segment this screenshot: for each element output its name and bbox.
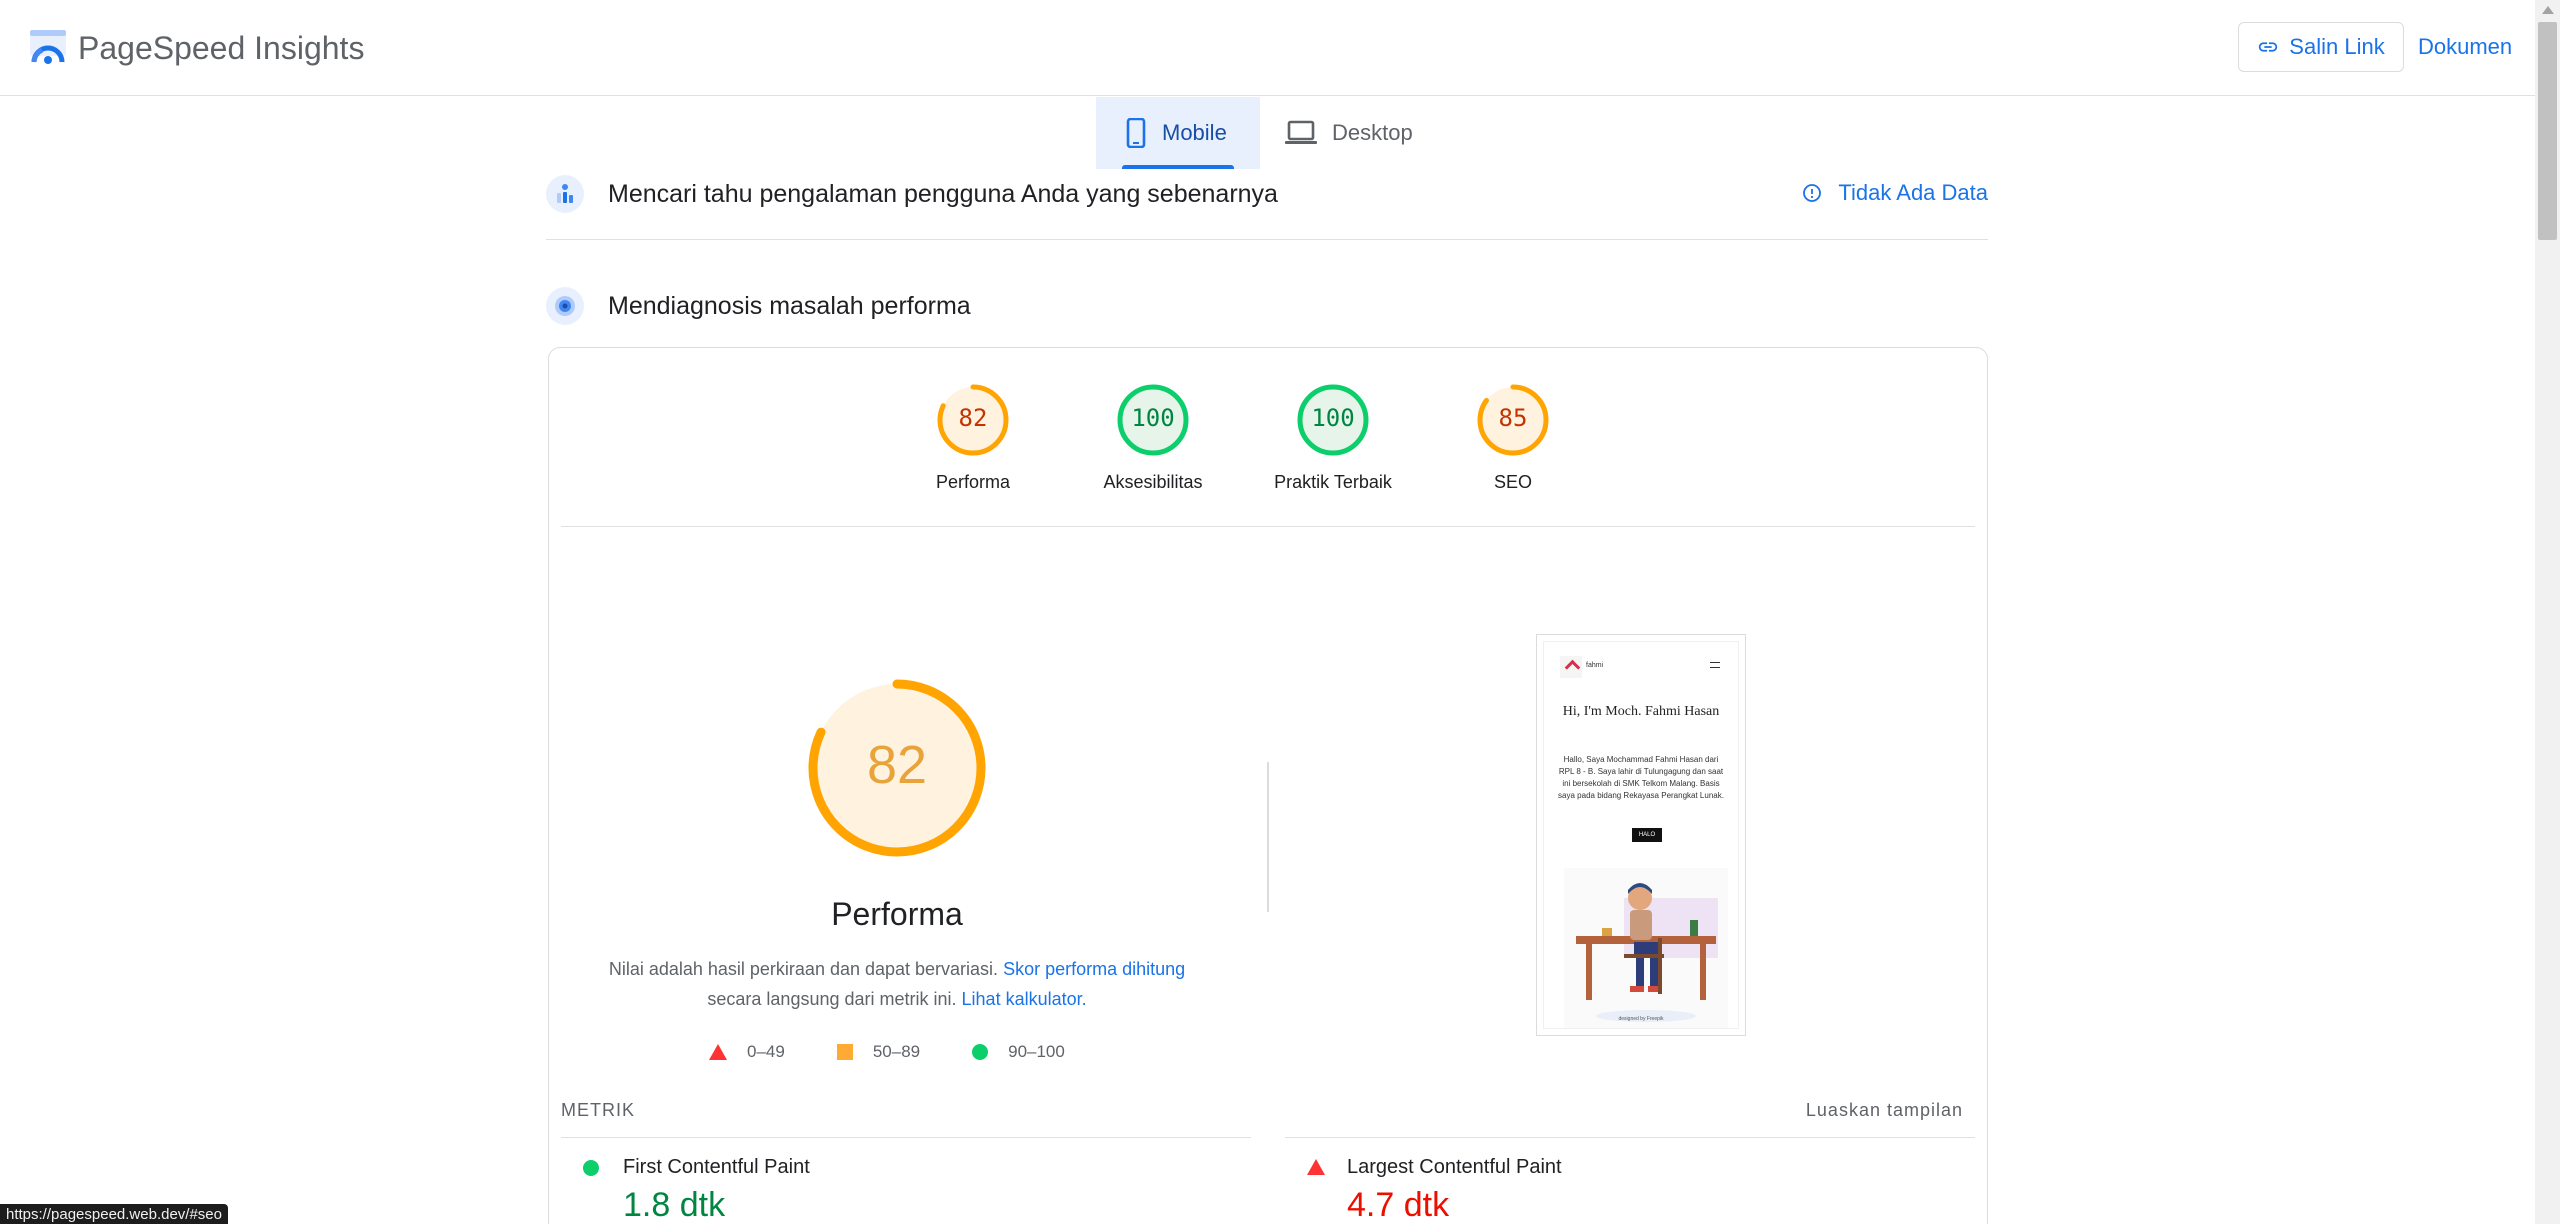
person-at-desk-illustration [1564, 868, 1728, 1028]
legend-item-poor: 0–49 [709, 1042, 785, 1062]
section-divider [546, 239, 1988, 240]
field-data-icon [546, 175, 584, 213]
report-card: 82 Performa 100 Aksesibilitas 100 Prakti… [548, 347, 1988, 1224]
metric-name: Largest Contentful Paint [1347, 1156, 1562, 1178]
field-data-title: Mencari tahu pengalaman pengguna Anda ya… [608, 179, 1278, 208]
legend-item-good: 90–100 [972, 1042, 1065, 1062]
diagnose-icon [546, 287, 584, 325]
score-gauges: 82 Performa 100 Aksesibilitas 100 Prakti… [549, 382, 1987, 502]
gauge-performance[interactable]: 82 Performa [898, 382, 1048, 493]
tab-mobile[interactable]: Mobile [1096, 97, 1260, 169]
field-data-section: Mencari tahu pengalaman pengguna Anda ya… [546, 174, 1988, 214]
link-icon [2259, 42, 2278, 52]
metrics-divider [1285, 1137, 1975, 1138]
site-button: HALO [1632, 828, 1662, 842]
performance-desc-text-1: Nilai adalah hasil perkiraan dan dapat b… [608, 959, 999, 979]
metrics-section-label: METRIK [561, 1100, 636, 1120]
gauge-accessibility[interactable]: 100 Aksesibilitas [1078, 382, 1228, 493]
diagnose-section: Mendiagnosis masalah performa [546, 286, 1988, 326]
no-data-label: Tidak Ada Data [1838, 180, 1988, 205]
calculator-link[interactable]: Lihat kalkulator. [962, 989, 1087, 1009]
score-legend: 0–49 50–89 90–100 [709, 1042, 1065, 1062]
performance-score-value: 82 [866, 735, 928, 795]
tab-desktop[interactable]: Desktop [1284, 97, 1434, 169]
gauge-value: 85 [1498, 404, 1528, 432]
vertical-divider [1267, 762, 1269, 912]
laptop-icon [1285, 120, 1317, 144]
gauge-label: Performa [935, 472, 1011, 492]
gauge-value: 100 [1311, 404, 1355, 432]
poor-status-icon [1307, 1159, 1325, 1175]
top-app-bar: PageSpeed Insights Salin Link Dokumen [0, 0, 2535, 96]
illustration-credit: designed by Freepik [1618, 1016, 1664, 1022]
site-name: fahmi [1586, 662, 1604, 669]
metrics-divider [561, 1137, 1251, 1138]
gauge-label: Praktik Terbaik [1274, 472, 1392, 492]
gauge-seo[interactable]: 85 SEO [1438, 382, 1588, 493]
gauge-label: SEO [1493, 472, 1532, 492]
site-logo-icon [1560, 656, 1582, 678]
info-icon [1803, 184, 1822, 202]
performance-desc-text-2: secara langsung dari metrik ini. [707, 989, 957, 1009]
vertical-scrollbar[interactable] [2535, 0, 2560, 1224]
gauges-divider [561, 526, 1975, 527]
final-screenshot: fahmi Hi, I'm Moch. Fahmi Hasan Hallo, S… [1536, 634, 1746, 1036]
gauge-best-practices[interactable]: 100 Praktik Terbaik [1258, 382, 1408, 493]
score-calculation-link[interactable]: Skor performa dihitung [1003, 959, 1185, 979]
metric-name: First Contentful Paint [623, 1156, 810, 1178]
scroll-up-arrow-icon[interactable] [2542, 6, 2554, 14]
scrollbar-thumb[interactable] [2538, 22, 2557, 240]
expand-view-toggle[interactable]: Luaskan tampilan [1806, 1100, 1963, 1121]
site-body-text: Hallo, Saya Mochammad Fahmi Hasan dari R… [1558, 755, 1724, 800]
legend-item-average: 50–89 [836, 1042, 921, 1062]
legend-label: 90–100 [1008, 1042, 1065, 1061]
app-title[interactable]: PageSpeed Insights [78, 28, 364, 68]
metric-value: 4.7 dtk [1347, 1186, 1450, 1224]
copy-link-button[interactable]: Salin Link [2238, 22, 2404, 72]
gauge-value: 82 [958, 404, 988, 432]
gauge-label: Aksesibilitas [1103, 472, 1203, 492]
good-status-icon [583, 1160, 599, 1176]
copy-link-label: Salin Link [2289, 34, 2385, 59]
tab-desktop-label: Desktop [1332, 120, 1413, 145]
screenshot-frame: fahmi Hi, I'm Moch. Fahmi Hasan Hallo, S… [1543, 641, 1739, 1029]
metric-value: 1.8 dtk [623, 1186, 726, 1224]
tab-mobile-label: Mobile [1162, 120, 1227, 145]
status-bar-url: https://pagespeed.web.dev/#seo [0, 1204, 228, 1224]
performance-description: Nilai adalah hasil perkiraan dan dapat b… [589, 954, 1205, 1014]
smartphone-icon [1126, 118, 1146, 148]
docs-link[interactable]: Dokumen [2418, 34, 2512, 60]
pagespeed-logo-icon[interactable] [28, 28, 68, 68]
site-heading: Hi, I'm Moch. Fahmi Hasan [1562, 704, 1720, 719]
triangle-icon [709, 1044, 727, 1060]
no-data-toggle[interactable]: Tidak Ada Data [1802, 180, 1988, 206]
menu-icon [1710, 662, 1720, 668]
circle-icon [972, 1044, 989, 1060]
gauge-value: 100 [1131, 404, 1175, 432]
diagnose-title: Mendiagnosis masalah performa [608, 291, 971, 320]
square-icon [836, 1044, 853, 1060]
performance-title: Performa [831, 896, 963, 932]
legend-label: 0–49 [747, 1042, 785, 1061]
legend-label: 50–89 [872, 1042, 921, 1061]
